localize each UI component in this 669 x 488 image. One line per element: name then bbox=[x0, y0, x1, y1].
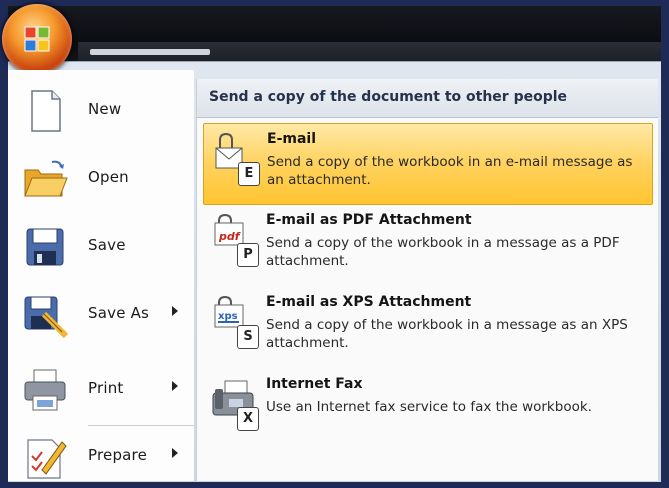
menu-item-label: Print bbox=[88, 379, 124, 397]
send-submenu-pane: Send a copy of the document to other peo… bbox=[196, 79, 658, 481]
submenu-arrow-icon bbox=[172, 306, 178, 316]
submenu-header: Send a copy of the document to other peo… bbox=[197, 79, 658, 118]
ribbon-tab-highlight bbox=[90, 49, 210, 55]
file-type-badge: P bbox=[237, 243, 259, 267]
save-as-icon bbox=[24, 296, 68, 338]
fax-machine-icon: X bbox=[211, 377, 259, 431]
menu-item-label: Open bbox=[88, 168, 129, 186]
menu-item-new[interactable]: New bbox=[8, 76, 194, 142]
file-type-badge: E bbox=[238, 162, 260, 186]
send-option-title: E-mail as XPS Attachment bbox=[266, 294, 472, 310]
menu-item-label: Prepare bbox=[88, 446, 148, 464]
send-option-description: Send a copy of the workbook in a message… bbox=[266, 317, 628, 351]
email-pdf-icon: pdf P bbox=[211, 213, 259, 267]
submenu-arrow-icon bbox=[172, 448, 178, 458]
new-document-icon bbox=[31, 90, 61, 132]
menu-item-print[interactable]: Print bbox=[8, 355, 194, 421]
email-attachment-icon: E bbox=[212, 132, 260, 186]
submenu-arrow-icon bbox=[172, 381, 178, 391]
save-disk-icon bbox=[26, 228, 64, 266]
icon-caption: xps bbox=[218, 311, 238, 322]
office-logo-icon bbox=[24, 26, 50, 52]
send-option-title: E-mail as PDF Attachment bbox=[266, 212, 472, 228]
prepare-document-icon bbox=[27, 439, 67, 479]
printer-icon bbox=[24, 369, 66, 411]
send-option-title: Internet Fax bbox=[266, 376, 363, 392]
submenu-header-title: Send a copy of the document to other peo… bbox=[209, 89, 568, 105]
send-option-description: Send a copy of the workbook in an e-mail… bbox=[267, 154, 633, 188]
menu-item-open[interactable]: Open bbox=[8, 144, 194, 210]
office-button[interactable] bbox=[2, 4, 72, 74]
email-xps-icon: xps S bbox=[211, 295, 259, 349]
icon-caption: pdf bbox=[218, 230, 241, 243]
send-option-title: E-mail bbox=[267, 131, 317, 147]
open-folder-icon bbox=[24, 160, 68, 197]
office-menu-commands: New Open Save Save As Print Prepare bbox=[8, 70, 194, 481]
send-option-description: Send a copy of the workbook in a message… bbox=[266, 235, 620, 269]
send-option-email[interactable]: E E-mail Send a copy of the workbook in … bbox=[203, 123, 653, 205]
send-option-description: Use an Internet fax service to fax the w… bbox=[266, 399, 592, 415]
menu-item-label: New bbox=[88, 100, 122, 118]
menu-item-save[interactable]: Save bbox=[8, 212, 194, 278]
send-option-email-xps[interactable]: xps S E-mail as XPS Attachment Send a co… bbox=[203, 287, 651, 367]
send-option-email-pdf[interactable]: pdf P E-mail as PDF Attachment Send a co… bbox=[203, 205, 651, 285]
menu-item-label: Save As bbox=[88, 304, 150, 322]
file-type-badge: S bbox=[237, 325, 259, 349]
menu-item-save-as[interactable]: Save As bbox=[8, 280, 194, 346]
menu-item-label: Save bbox=[88, 236, 126, 254]
file-type-badge: X bbox=[237, 407, 259, 431]
menu-item-prepare[interactable]: Prepare bbox=[8, 422, 194, 488]
send-option-internet-fax[interactable]: X Internet Fax Use an Internet fax servi… bbox=[203, 369, 651, 449]
